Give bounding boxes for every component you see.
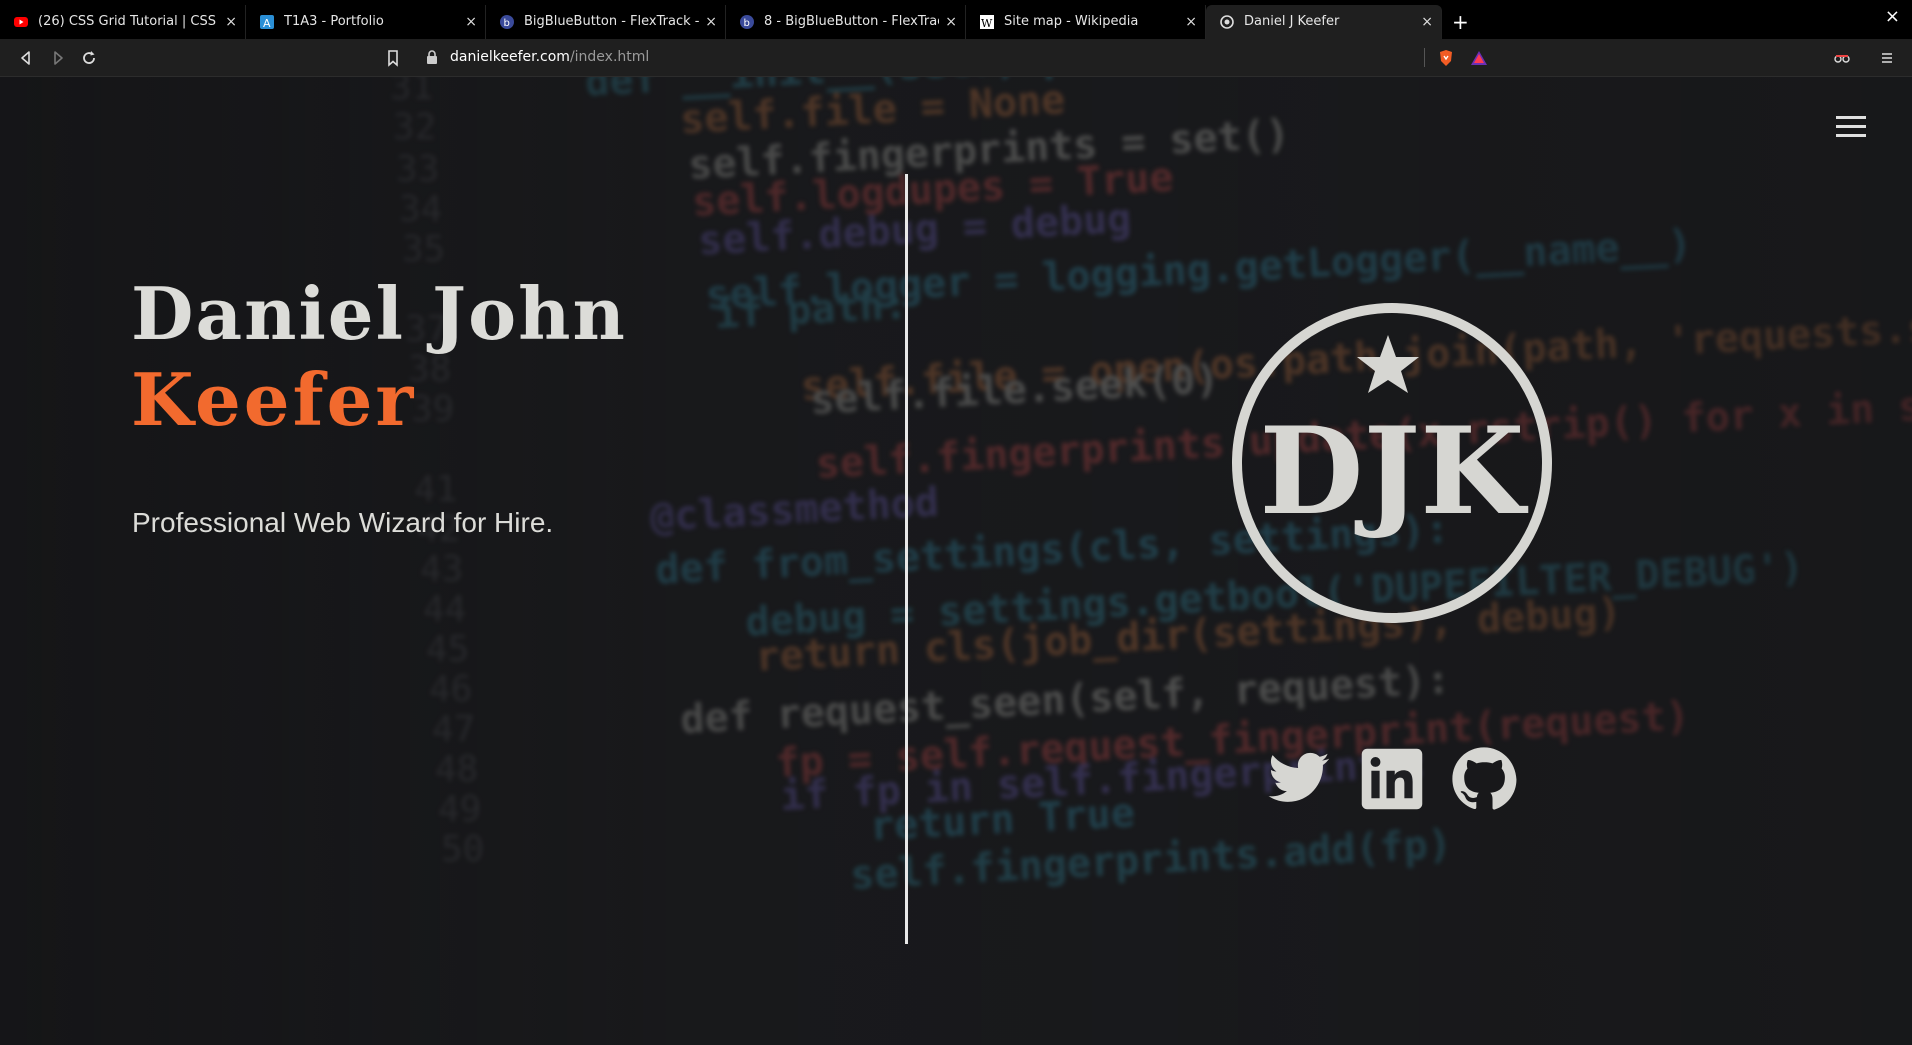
- reload-icon[interactable]: [78, 47, 100, 69]
- svg-text:b: b: [744, 18, 750, 29]
- tab-wikipedia-sitemap[interactable]: W Site map - Wikipedia ×: [966, 5, 1206, 39]
- tab-title: Site map - Wikipedia: [1004, 14, 1139, 29]
- tab-bar: (26) CSS Grid Tutorial | CSS Grid × A T1…: [0, 0, 1912, 39]
- lock-icon: [427, 50, 437, 64]
- bigbluebutton-icon: b: [500, 15, 514, 29]
- forward-icon[interactable]: [47, 47, 69, 69]
- tab-daniel-j-keefer[interactable]: Daniel J Keefer ×: [1206, 5, 1442, 39]
- twitter-icon[interactable]: [1266, 746, 1332, 812]
- tab-title: 8 - BigBlueButton - FlexTrack -: [764, 14, 939, 29]
- tab-close-button[interactable]: ×: [465, 5, 477, 39]
- private-window-icon[interactable]: [1831, 47, 1853, 69]
- tab-title: Daniel J Keefer: [1244, 14, 1340, 29]
- url-divider: [1424, 48, 1425, 67]
- tab-css-grid-tutorial[interactable]: (26) CSS Grid Tutorial | CSS Grid ×: [0, 5, 246, 39]
- hero-first-name: Daniel John: [131, 271, 627, 356]
- hero-section: 313233343537383941424344454647484950def …: [0, 77, 1912, 1045]
- logo-text: DJK: [1259, 401, 1528, 542]
- tab-close-button[interactable]: ×: [945, 5, 957, 39]
- github-icon[interactable]: [1451, 746, 1517, 812]
- tab-close-button[interactable]: ×: [705, 5, 717, 39]
- tab-title: BigBlueButton - FlexTrack - Bri: [524, 14, 699, 29]
- tab-bigbluebutton-2[interactable]: b 8 - BigBlueButton - FlexTrack - ×: [726, 5, 966, 39]
- vertical-divider: [905, 174, 908, 944]
- linkedin-icon[interactable]: [1359, 746, 1425, 812]
- site-icon: [1220, 15, 1234, 29]
- address-bar: danielkeefer.com/index.html: [0, 39, 1912, 77]
- canvas-icon: A: [260, 15, 274, 29]
- svg-text:b: b: [504, 18, 510, 29]
- tab-close-button[interactable]: ×: [1421, 5, 1433, 39]
- url-text: danielkeefer.com/index.html: [450, 44, 649, 71]
- tab-title: T1A3 - Portfolio: [284, 14, 384, 29]
- djk-logo: DJK: [1232, 303, 1552, 623]
- menu-icon[interactable]: [1876, 47, 1898, 69]
- tab-title: (26) CSS Grid Tutorial | CSS Grid: [38, 14, 219, 29]
- window-close-button[interactable]: ×: [1885, 6, 1900, 27]
- brave-rewards-icon[interactable]: [1468, 47, 1490, 69]
- wikipedia-icon: W: [980, 15, 994, 29]
- bookmark-icon[interactable]: [382, 47, 404, 69]
- tab-bigbluebutton-1[interactable]: b BigBlueButton - FlexTrack - Bri ×: [486, 5, 726, 39]
- tab-t1a3-portfolio[interactable]: A T1A3 - Portfolio ×: [246, 5, 486, 39]
- tab-close-button[interactable]: ×: [1185, 5, 1197, 39]
- background-overlay: [0, 77, 1912, 1045]
- url-domain: danielkeefer.com: [450, 49, 570, 65]
- tab-close-button[interactable]: ×: [225, 5, 237, 39]
- brave-shields-icon[interactable]: [1435, 47, 1457, 69]
- bigbluebutton-icon: b: [740, 15, 754, 29]
- hero-last-name: Keefer: [131, 357, 417, 442]
- youtube-icon: [14, 17, 28, 27]
- url-path: /index.html: [569, 49, 650, 65]
- star-icon: [1357, 335, 1419, 393]
- svg-text:A: A: [263, 17, 271, 29]
- back-icon[interactable]: [15, 47, 37, 69]
- svg-text:W: W: [981, 17, 993, 29]
- url-field[interactable]: danielkeefer.com/index.html: [412, 44, 1498, 71]
- hamburger-menu-icon[interactable]: [1836, 116, 1866, 140]
- new-tab-button[interactable]: +: [1452, 8, 1469, 36]
- hero-tagline: Professional Web Wizard for Hire.: [132, 507, 554, 538]
